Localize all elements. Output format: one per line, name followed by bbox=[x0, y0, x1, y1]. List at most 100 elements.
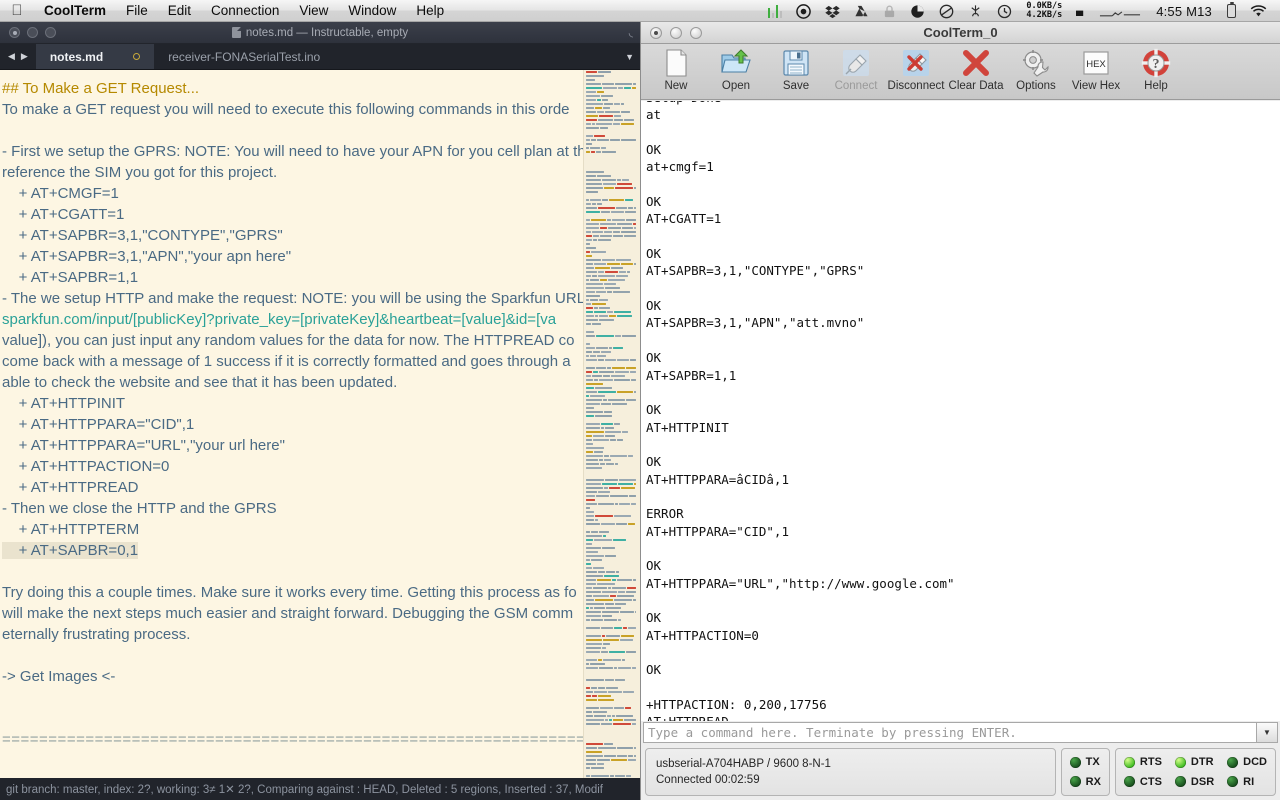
stickies-icon[interactable] bbox=[961, 0, 990, 22]
minimap-token bbox=[595, 518, 598, 522]
minimap-token bbox=[632, 86, 636, 90]
google-drive-icon[interactable] bbox=[847, 0, 876, 22]
view-hex-button[interactable]: HEX View Hex bbox=[1067, 47, 1125, 92]
tab-unsaved-indicator-icon[interactable] bbox=[133, 53, 141, 60]
minimap-token bbox=[626, 218, 636, 222]
save-button[interactable]: Save bbox=[767, 47, 825, 92]
editor-line: Try doing this a couple times. Make sure… bbox=[2, 582, 600, 603]
minimap-token bbox=[617, 390, 633, 394]
menubar-clock[interactable]: 4:55 M13 bbox=[1148, 4, 1220, 19]
battery-icon[interactable] bbox=[1220, 0, 1243, 22]
connect-button[interactable]: Connect bbox=[827, 47, 885, 92]
minimap-token bbox=[586, 182, 602, 186]
minimap-token bbox=[606, 686, 618, 690]
menu-item-view[interactable]: View bbox=[289, 0, 338, 22]
editor-line-text: + AT+CMGF=1 bbox=[2, 185, 119, 202]
minimap-token bbox=[609, 718, 612, 722]
coolterm-titlebar[interactable]: CoolTerm_0 bbox=[641, 22, 1280, 44]
minimap-token bbox=[615, 334, 621, 338]
git-status-text: git branch: master, index: 2?, working: … bbox=[6, 784, 604, 796]
editor-minimize-button[interactable] bbox=[27, 27, 38, 38]
terminal-output[interactable]: Setup Doneat OKat+cmgf=1 OKAT+CGATT=1 OK… bbox=[641, 101, 1280, 721]
minimap[interactable] bbox=[583, 70, 640, 778]
minimap-token bbox=[603, 398, 607, 402]
apple-menu[interactable]:  bbox=[0, 3, 34, 18]
minimap-token bbox=[605, 270, 618, 274]
help-button[interactable]: ? Help bbox=[1127, 47, 1185, 92]
editor-line: ## To Make a GET Request... bbox=[2, 78, 600, 99]
minimap-token bbox=[586, 206, 597, 210]
minimap-token bbox=[586, 346, 595, 350]
led-indicator-icon bbox=[1227, 756, 1239, 768]
minimap-token bbox=[599, 306, 610, 310]
dropbox-icon[interactable] bbox=[818, 0, 847, 22]
editor-zoom-button[interactable] bbox=[45, 27, 56, 38]
tab-receiver-fonaserialtest-ino[interactable]: receiver-FONASerialTest.ino bbox=[154, 44, 334, 69]
minimap-token bbox=[618, 590, 625, 594]
minimap-token bbox=[603, 658, 621, 662]
minimap-token bbox=[586, 90, 596, 94]
minimap-token bbox=[596, 366, 606, 370]
wifi-icon[interactable] bbox=[1243, 0, 1274, 22]
tab-overflow-icon[interactable]: ▼ bbox=[625, 44, 634, 70]
minimap-token bbox=[616, 274, 628, 278]
minimap-token bbox=[607, 290, 612, 294]
menu-item-edit[interactable]: Edit bbox=[158, 0, 201, 22]
stop-icon[interactable] bbox=[1069, 0, 1092, 22]
menu-item-file[interactable]: File bbox=[116, 0, 158, 22]
options-button[interactable]: Options bbox=[1007, 47, 1065, 92]
editor-text-content[interactable]: ## To Make a GET Request... To make a GET… bbox=[0, 70, 600, 750]
graph-icon[interactable] bbox=[1092, 0, 1148, 22]
editor-line: reference the SIM you got for this proje… bbox=[2, 162, 600, 183]
minimap-token bbox=[634, 390, 636, 394]
minimap-token bbox=[586, 510, 594, 514]
minimap-token bbox=[621, 110, 630, 114]
editor-line-text: + AT+HTTPACTION=0 bbox=[2, 458, 170, 475]
minimap-token bbox=[586, 426, 600, 430]
tab-nav-arrows[interactable]: ◀ ▶ bbox=[0, 44, 36, 69]
lock-icon[interactable] bbox=[876, 0, 903, 22]
menu-item-help[interactable]: Help bbox=[406, 0, 454, 22]
minimap-token bbox=[590, 278, 599, 282]
minimap-token bbox=[613, 230, 620, 234]
prev-tab-arrow[interactable]: ◀ bbox=[8, 51, 15, 62]
minimap-token bbox=[601, 426, 604, 430]
crashplan-icon[interactable] bbox=[932, 0, 961, 22]
minimap-token bbox=[586, 170, 604, 174]
minimap-token bbox=[617, 178, 621, 182]
led-label: DCD bbox=[1243, 756, 1267, 769]
expand-icon[interactable]: ◟ bbox=[629, 26, 633, 39]
editor-titlebar[interactable]: notes.md — Instructable, empty ◟ bbox=[0, 22, 640, 44]
menu-item-coolterm[interactable]: CoolTerm bbox=[34, 0, 116, 22]
minimap-token bbox=[612, 402, 627, 406]
minimap-token bbox=[608, 398, 625, 402]
minimap-token bbox=[634, 482, 636, 486]
minimap-token bbox=[591, 218, 606, 222]
minimap-token bbox=[586, 626, 600, 630]
record-icon[interactable] bbox=[789, 0, 818, 22]
open-button[interactable]: Open bbox=[707, 47, 765, 92]
clear-data-button[interactable]: Clear Data bbox=[947, 47, 1005, 92]
minimap-token bbox=[586, 390, 597, 394]
tab-notes-md[interactable]: notes.md bbox=[35, 44, 155, 69]
time-machine-icon[interactable] bbox=[990, 0, 1019, 22]
pie-timer-icon[interactable] bbox=[903, 0, 932, 22]
menu-item-connection[interactable]: Connection bbox=[201, 0, 289, 22]
editor-close-button[interactable] bbox=[9, 27, 20, 38]
minimap-token bbox=[586, 750, 602, 754]
minimap-token bbox=[606, 462, 614, 466]
minimap-token bbox=[625, 706, 631, 710]
minimap-token bbox=[605, 358, 616, 362]
minimap-token bbox=[586, 486, 603, 490]
editor-window-controls[interactable] bbox=[0, 27, 56, 38]
minimap-token bbox=[596, 122, 612, 126]
network-speed-indicator[interactable]: 0.0KB/s 4.2KB/s bbox=[1019, 0, 1069, 22]
equalizer-icon[interactable] bbox=[761, 0, 790, 22]
minimap-token bbox=[586, 614, 601, 618]
menu-item-window[interactable]: Window bbox=[338, 0, 406, 22]
disconnect-button[interactable]: Disconnect bbox=[887, 47, 945, 92]
next-tab-arrow[interactable]: ▶ bbox=[21, 51, 28, 62]
command-input[interactable]: Type a command here. Terminate by pressi… bbox=[643, 722, 1256, 743]
new-button[interactable]: New bbox=[647, 47, 705, 92]
chevron-down-icon[interactable]: ▼ bbox=[1256, 722, 1278, 743]
